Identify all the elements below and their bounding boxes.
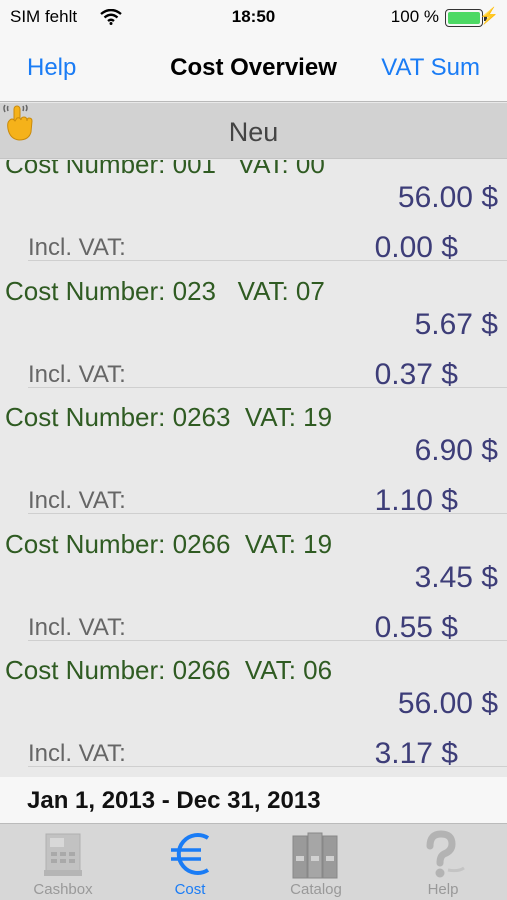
tab-label: Cost [174, 881, 206, 898]
divider [28, 260, 507, 261]
entry-amount: 3.45 $ [414, 560, 498, 594]
entry-amount: 6.90 $ [414, 434, 498, 467]
divider [28, 386, 507, 388]
cost-entry[interactable]: Cost Number: 0266 VAT: 19 3.45 $ Incl. V… [0, 529, 507, 656]
tab-help[interactable]: Help [380, 824, 506, 900]
new-entry-bar[interactable]: Neu [0, 103, 507, 159]
divider [28, 513, 507, 514]
status-bar: SIM fehlt 18:50 100 % ⚡ [0, 0, 507, 36]
new-entry-label: Neu [228, 117, 279, 147]
cost-entry[interactable]: Cost Number: 001 VAT: 00 56.00 $ Incl. V… [0, 160, 507, 276]
tab-label: Help [427, 881, 459, 898]
cost-number-vat: Cost Number: 0266 VAT: 06 [5, 655, 333, 685]
date-range-bar[interactable]: Jan 1, 2013 - Dec 31, 2013 [0, 777, 507, 823]
tab-bar: Cashbox Cost Catalog Help [0, 823, 507, 900]
entry-amount: 5.67 $ [414, 307, 498, 341]
incl-vat-label: Incl. VAT: [28, 234, 126, 261]
tab-label: Cashbox [33, 881, 93, 898]
battery-percent: 100 % [390, 7, 439, 26]
incl-vat-label: Incl. VAT: [28, 360, 126, 388]
entry-amount: 56.00 $ [397, 687, 498, 720]
cost-entry[interactable]: Cost Number: 0263 VAT: 19 6.90 $ Incl. V… [0, 402, 507, 529]
tab-cost[interactable]: Cost [127, 824, 253, 900]
cost-number-vat: Cost Number: 0266 VAT: 19 [5, 528, 333, 559]
question-mark-icon [426, 830, 465, 878]
euro-icon [171, 833, 210, 875]
navigation-bar: Help Cost Overview VAT Sum [0, 36, 507, 102]
tab-catalog[interactable]: Catalog [253, 824, 379, 900]
battery-icon [445, 9, 487, 27]
divider [28, 766, 507, 767]
cost-entry[interactable]: Cost Number: 023 VAT: 07 5.67 $ Incl. VA… [0, 276, 507, 403]
tab-label: Catalog [290, 881, 342, 898]
vat-sum-button[interactable]: VAT Sum [381, 54, 480, 82]
cost-number-vat: Cost Number: 023 VAT: 07 [5, 275, 325, 306]
cash-register-icon [44, 833, 82, 876]
incl-vat-label: Incl. VAT: [28, 487, 126, 514]
date-range: Jan 1, 2013 - Dec 31, 2013 [27, 787, 321, 814]
cost-list[interactable]: Cost Number: 001 VAT: 00 56.00 $ Incl. V… [0, 160, 507, 777]
cost-entry[interactable]: Cost Number: 0266 VAT: 06 56.00 $ Incl. … [0, 655, 507, 777]
entry-amount: 56.00 $ [397, 181, 498, 214]
binders-icon [292, 832, 338, 879]
charging-bolt-icon: ⚡ [479, 8, 499, 25]
cost-number-vat: Cost Number: 0263 VAT: 19 [5, 402, 333, 432]
tab-cashbox[interactable]: Cashbox [0, 824, 126, 900]
incl-vat-label: Incl. VAT: [28, 613, 126, 641]
divider [28, 639, 507, 641]
incl-vat-label: Incl. VAT: [28, 740, 126, 767]
cost-number-vat: Cost Number: 001 VAT: 00 [5, 160, 325, 179]
